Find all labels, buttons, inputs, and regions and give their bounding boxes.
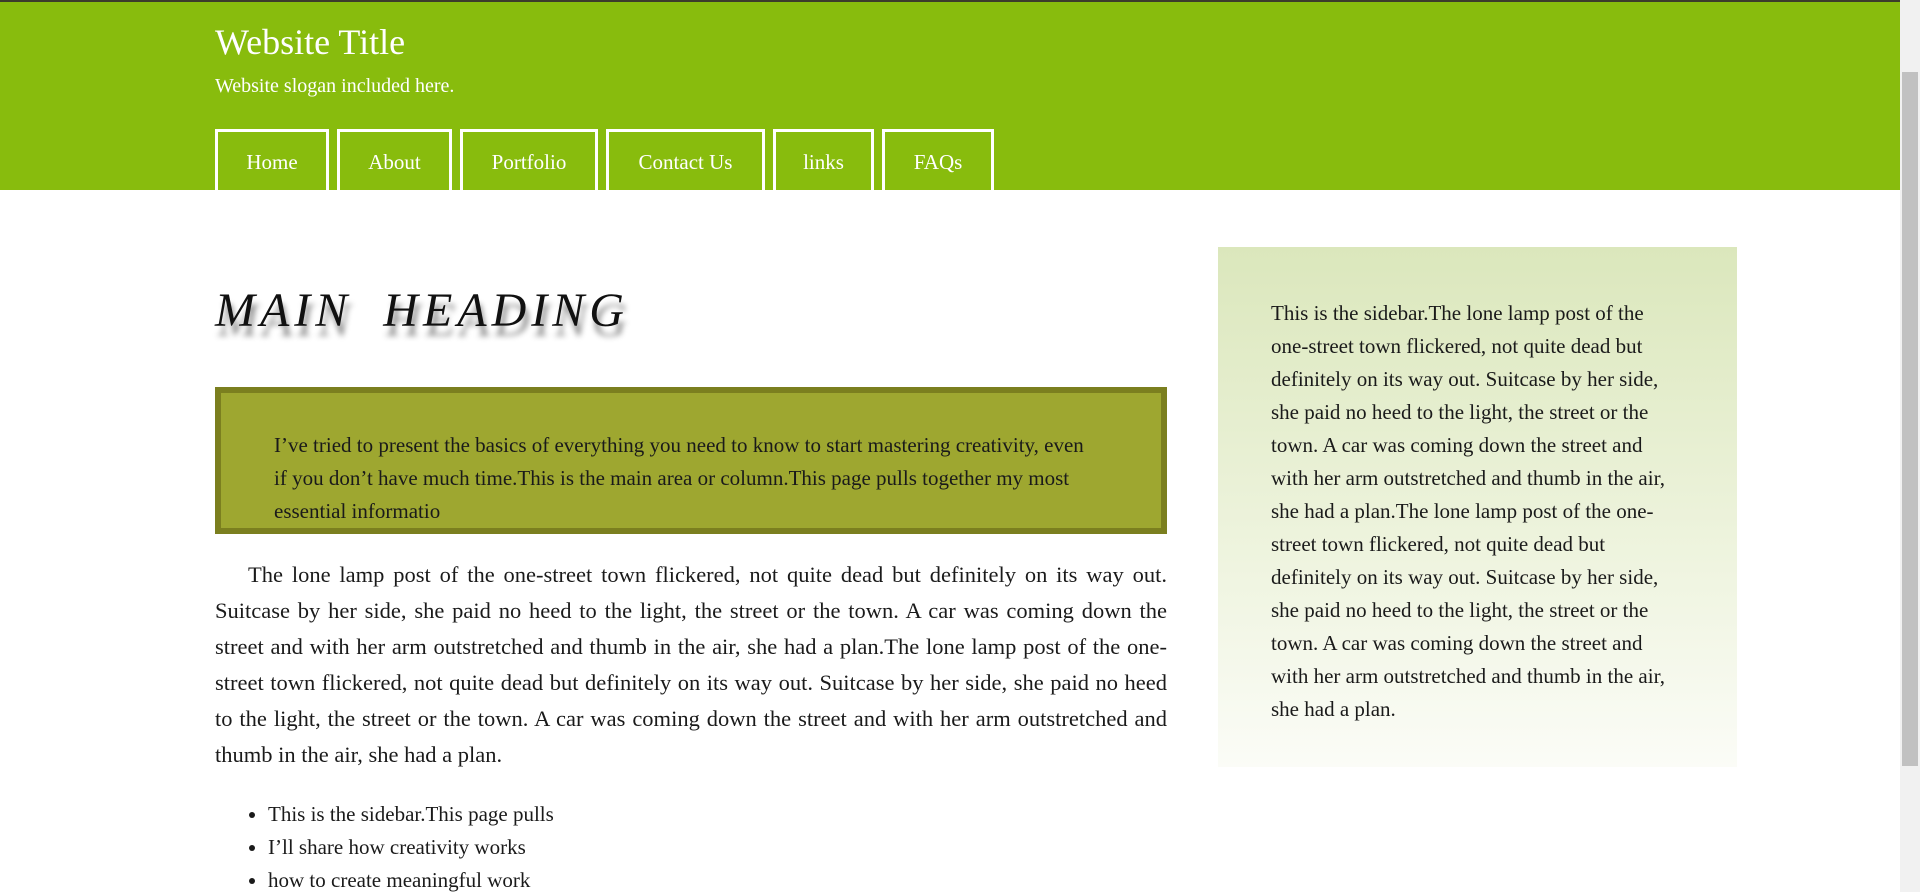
site-header: Website Title Website slogan included he… [0,0,1900,192]
nav-item-home[interactable]: Home [215,129,329,192]
site-title[interactable]: Website Title [215,20,405,64]
nav-item-about[interactable]: About [337,129,452,192]
list-item: I’ll share how creativity works [268,831,554,864]
nav-item-faqs[interactable]: FAQs [882,129,994,192]
main-nav: Home About Portfolio Contact Us links FA… [215,129,994,192]
scrollbar-thumb[interactable] [1902,72,1918,766]
bullet-list: This is the sidebar.This page pulls I’ll… [215,798,554,892]
sidebar-text: This is the sidebar.The lone lamp post o… [1271,301,1665,721]
callout-box: I’ve tried to present the basics of ever… [215,387,1167,534]
page: Website Title Website slogan included he… [0,0,1920,892]
main-heading: MAIN HEADING [215,284,629,337]
body-paragraph: The lone lamp post of the one-street tow… [215,562,1167,767]
vertical-scrollbar[interactable] [1900,0,1920,892]
list-item: This is the sidebar.This page pulls [268,798,554,831]
site-slogan: Website slogan included here. [215,75,455,97]
nav-item-contact-us[interactable]: Contact Us [606,129,765,192]
sidebar: This is the sidebar.The lone lamp post o… [1218,247,1737,767]
list-item: how to create meaningful work [268,864,554,892]
nav-item-links[interactable]: links [773,129,874,192]
nav-item-portfolio[interactable]: Portfolio [460,129,598,192]
